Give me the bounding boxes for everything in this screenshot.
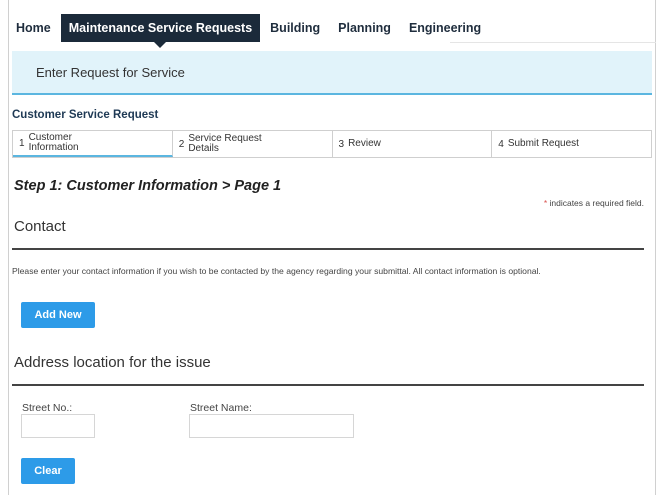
nav-engineering[interactable]: Engineering — [401, 14, 489, 42]
step-customer-information[interactable]: 1 Customer Information — [13, 131, 173, 157]
contact-divider — [12, 248, 644, 250]
street-name-input[interactable] — [189, 414, 354, 438]
step-number: 1 — [19, 137, 25, 149]
step-number: 3 — [338, 138, 345, 150]
step-label: Submit Request — [507, 138, 579, 149]
page-banner: Enter Request for Service — [12, 51, 652, 95]
address-divider — [12, 384, 644, 386]
step-number: 2 — [178, 138, 185, 150]
step-label: Customer Information — [28, 132, 79, 153]
address-section-title: Address location for the issue — [14, 354, 211, 371]
step-review[interactable]: 3 Review — [333, 131, 493, 157]
street-no-input[interactable] — [21, 414, 95, 438]
required-note-text: indicates a required field. — [547, 198, 644, 208]
street-name-label: Street Name: — [190, 402, 252, 414]
contact-section-title: Contact — [14, 218, 66, 235]
banner-text: Enter Request for Service — [36, 64, 185, 80]
step-submit-request[interactable]: 4 Submit Request — [492, 131, 651, 157]
required-field-note: * indicates a required field. — [544, 198, 644, 208]
add-new-button[interactable]: Add New — [21, 302, 95, 328]
step-number: 4 — [498, 138, 504, 150]
step-service-request-details[interactable]: 2 Service Request Details — [173, 131, 333, 157]
contact-info-text: Please enter your contact information if… — [12, 266, 541, 276]
nav-home[interactable]: Home — [8, 14, 59, 42]
street-no-label: Street No.: — [22, 402, 73, 414]
nav-maintenance-service-requests[interactable]: Maintenance Service Requests — [60, 14, 261, 48]
nav-divider — [450, 42, 656, 43]
step-label: Service Request Details — [188, 133, 262, 154]
nav-building[interactable]: Building — [262, 14, 328, 42]
clear-button[interactable]: Clear — [21, 458, 75, 484]
step-label: Review — [348, 138, 381, 149]
form-title: Customer Service Request — [12, 109, 159, 121]
nav-planning[interactable]: Planning — [330, 14, 399, 42]
top-nav: Home Maintenance Service Requests Buildi… — [8, 14, 491, 48]
step-progress-bar: 1 Customer Information 2 Service Request… — [12, 130, 652, 158]
step-title: Step 1: Customer Information > Page 1 — [14, 178, 282, 194]
